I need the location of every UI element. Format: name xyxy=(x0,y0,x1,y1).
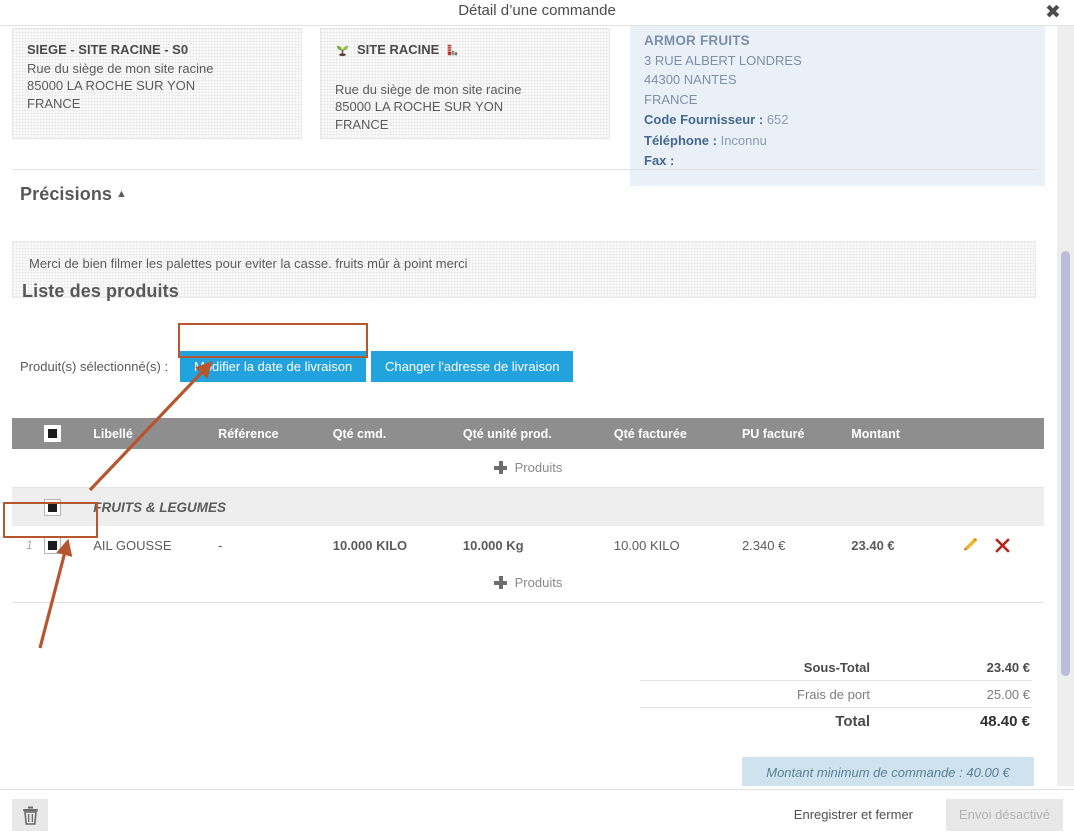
factory-icon xyxy=(446,43,460,57)
supplier-fax-row: Fax : xyxy=(644,151,1031,171)
siege-line1: Rue du siège de mon site racine xyxy=(27,60,214,76)
annotation-highlight-checkbox xyxy=(3,502,98,538)
total-value: 48.40 € xyxy=(979,712,1030,730)
site-line1: Rue du siège de mon site racine xyxy=(335,81,522,97)
save-and-close-button[interactable]: Enregistrer et fermer xyxy=(782,799,925,831)
cell-pu-facture: 2.340 € xyxy=(741,537,786,553)
modal-body: SIEGE - SITE RACINE - S0 Rue du siège de… xyxy=(0,26,1052,786)
header-reference[interactable]: Référence xyxy=(218,418,333,449)
header-qte-unite-prod[interactable]: Qté unité prod. xyxy=(462,418,614,449)
addresses-row: SIEGE - SITE RACINE - S0 Rue du siège de… xyxy=(0,26,1052,186)
table-row: 1 AIL GOUSSE - 10.000 KILO 10.000 Kg 10.… xyxy=(12,526,1044,564)
scrollbar-thumb[interactable] xyxy=(1061,251,1070,676)
site-address-card: SITE RACINE Rue du siège de mon site rac… xyxy=(320,28,610,139)
delete-order-button[interactable] xyxy=(12,799,48,831)
siege-line2: 85000 LA ROCHE SUR YON xyxy=(27,78,196,93)
add-product-row-bottom[interactable]: Produits xyxy=(12,564,1044,603)
chevron-up-icon[interactable]: ▲ xyxy=(116,188,127,200)
header-montant[interactable]: Montant xyxy=(851,418,961,449)
header-qte-facturee[interactable]: Qté facturée xyxy=(613,418,742,449)
minimum-order-notice: Montant minimum de commande : 40.00 € xyxy=(742,757,1034,786)
totals-panel: Sous-Total 23.40 € Frais de port 25.00 €… xyxy=(640,654,1032,734)
subtotal-label: Sous-Total xyxy=(803,659,870,675)
cell-reference: - xyxy=(218,537,223,553)
cell-qte-cmd: 10.000 KILO xyxy=(332,537,408,553)
header-qte-cmd[interactable]: Qté cmd. xyxy=(332,418,463,449)
page-title: Détail d’une commande xyxy=(458,2,616,19)
row-checkbox[interactable] xyxy=(44,536,62,554)
subtotal-row: Sous-Total 23.40 € xyxy=(640,654,1032,680)
supplier-city: 44300 NANTES xyxy=(644,72,737,87)
selected-products-label: Produit(s) sélectionné(s) : xyxy=(20,359,169,374)
plus-icon xyxy=(493,460,507,474)
supplier-fax-label: Fax : xyxy=(644,153,675,168)
vertical-scrollbar[interactable] xyxy=(1057,26,1074,786)
supplier-info-card: ARMOR FRUITS 3 RUE ALBERT LONDRES 44300 … xyxy=(630,26,1045,186)
send-disabled-button: Envoi désactivé xyxy=(945,799,1063,831)
header-libelle[interactable]: Libellé xyxy=(93,418,219,449)
cell-libelle: AIL GOUSSE xyxy=(93,537,172,553)
divider-top xyxy=(12,169,1036,170)
add-product-label-top: Produits xyxy=(514,459,563,475)
supplier-phone-label: Téléphone : xyxy=(644,132,717,148)
siege-title: SIEGE - SITE RACINE - S0 xyxy=(27,42,189,57)
total-label: Total xyxy=(835,712,870,730)
product-family-row: FRUITS & LEGUMES xyxy=(12,487,1044,526)
shipping-label: Frais de port xyxy=(797,686,870,702)
supplier-name: ARMOR FRUITS xyxy=(644,33,750,48)
header-actions xyxy=(960,418,1044,449)
add-product-button-bottom[interactable]: Produits xyxy=(493,574,563,590)
supplier-code-row: Code Fournisseur : 652 xyxy=(644,110,1031,130)
subtotal-value: 23.40 € xyxy=(986,659,1030,675)
supplier-phone-row: Téléphone : Inconnu xyxy=(644,131,1031,151)
precisions-heading-text: Précisions xyxy=(20,184,113,204)
supplier-phone-value: Inconnu xyxy=(720,132,767,148)
delete-row-icon[interactable] xyxy=(994,537,1011,554)
siege-line3: FRANCE xyxy=(27,95,81,111)
annotation-highlight-button xyxy=(178,323,368,358)
site-line3: FRANCE xyxy=(335,116,389,132)
cell-montant: 23.40 € xyxy=(851,537,895,553)
add-product-cell-top[interactable]: Produits xyxy=(12,449,1044,488)
family-name: FRUITS & LEGUMES xyxy=(93,487,1044,526)
supplier-code-value: 652 xyxy=(766,112,789,127)
sprout-icon xyxy=(335,42,350,57)
select-all-checkbox[interactable] xyxy=(44,425,62,442)
add-product-label-bottom: Produits xyxy=(514,574,563,590)
order-detail-modal: Détail d’une commande ✖ SIEGE - SITE RAC… xyxy=(0,0,1074,839)
products-heading: Liste des produits xyxy=(22,281,179,301)
modal-footer: Enregistrer et fermer Envoi désactivé xyxy=(0,789,1074,839)
row-index: 1 xyxy=(26,538,33,552)
add-product-row-top[interactable]: Produits xyxy=(12,449,1044,488)
siege-address-card: SIEGE - SITE RACINE - S0 Rue du siège de… xyxy=(12,28,302,139)
supplier-country: FRANCE xyxy=(644,91,698,107)
precisions-heading[interactable]: Précisions ▲ xyxy=(20,184,127,205)
pencil-icon[interactable] xyxy=(961,536,979,554)
header-select-all[interactable] xyxy=(12,418,94,449)
header-pu-facture[interactable]: PU facturé xyxy=(741,418,852,449)
supplier-code-label: Code Fournisseur : xyxy=(644,112,764,127)
close-icon[interactable]: ✖ xyxy=(1042,1,1064,23)
plus-icon xyxy=(493,575,507,589)
site-title-row: SITE RACINE xyxy=(335,41,595,59)
add-product-button-top[interactable]: Produits xyxy=(493,459,563,475)
precisions-text: Merci de bien filmer les palettes pour e… xyxy=(29,256,468,271)
cell-qte-facturee: 10.00 KILO xyxy=(613,537,680,553)
shipping-row: Frais de port 25.00 € xyxy=(640,680,1032,707)
trash-icon xyxy=(22,806,39,825)
cell-actions xyxy=(961,526,1044,564)
products-table: Libellé Référence Qté cmd. Qté unité pro… xyxy=(12,418,1044,603)
site-line2: 85000 LA ROCHE SUR YON xyxy=(335,99,504,114)
supplier-street: 3 RUE ALBERT LONDRES xyxy=(644,52,802,68)
total-row: Total 48.40 € xyxy=(640,707,1032,734)
add-product-cell-bottom[interactable]: Produits xyxy=(12,564,1044,603)
shipping-value: 25.00 € xyxy=(986,686,1030,702)
site-title: SITE RACINE xyxy=(357,42,440,57)
change-delivery-address-button[interactable]: Changer l'adresse de livraison xyxy=(371,351,574,382)
table-header-row: Libellé Référence Qté cmd. Qté unité pro… xyxy=(12,418,1044,449)
cell-qte-unite-prod: 10.000 Kg xyxy=(462,537,524,553)
modal-title-bar: Détail d’une commande ✖ xyxy=(0,0,1074,26)
